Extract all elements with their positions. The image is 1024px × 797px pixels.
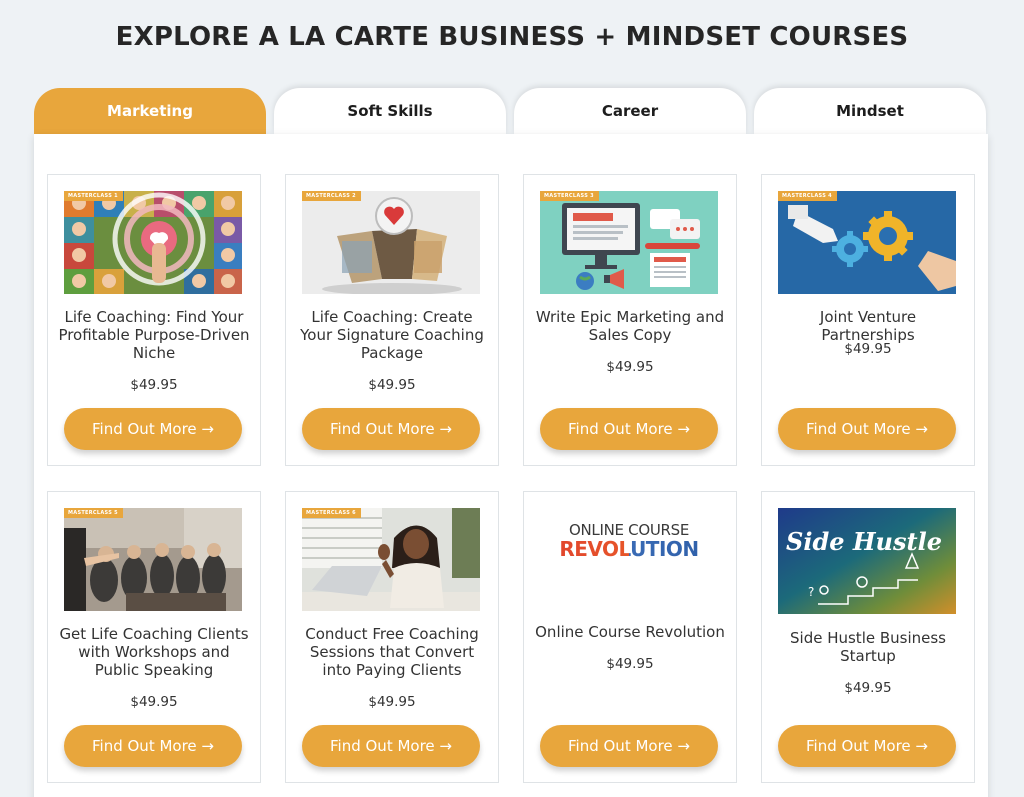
course-card: MASTERCLASS 1 Life Coaching: Find Your P…	[47, 174, 261, 466]
find-out-more-button[interactable]: Find Out More →	[64, 408, 242, 450]
course-thumbnail[interactable]: MASTERCLASS 2	[302, 191, 480, 294]
masterclass-badge: MASTERCLASS 5	[64, 508, 123, 518]
course-card: MASTERCLASS 3 Write Epic Marketing and S…	[523, 174, 737, 466]
course-category-tabs: Marketing Soft Skills Career Mindset	[34, 88, 988, 134]
logo-line-2: REVOLUTION	[540, 538, 718, 560]
course-card: MASTERCLASS 2 Life Coaching: Create Your…	[285, 174, 499, 466]
course-card: Side Hustle ? Side Hustle Business Start…	[761, 491, 975, 783]
course-thumbnail[interactable]: MASTERCLASS 4	[778, 191, 956, 294]
svg-text:?: ?	[808, 585, 814, 599]
masterclass-badge: MASTERCLASS 4	[778, 191, 837, 201]
course-title: Conduct Free Coaching Sessions that Conv…	[305, 625, 479, 679]
workshop-audience-photo	[64, 508, 242, 611]
course-thumbnail[interactable]: Side Hustle ?	[778, 508, 956, 614]
course-card: MASTERCLASS 6 Conduct Free Coaching Sess…	[285, 491, 499, 783]
online-course-revolution-logo[interactable]: ONLINE COURSE REVOLUTION	[540, 522, 718, 560]
side-hustle-chalkboard-image: Side Hustle ?	[778, 508, 956, 614]
masterclass-badge: MASTERCLASS 2	[302, 191, 361, 201]
course-thumbnail[interactable]: MASTERCLASS 6	[302, 508, 480, 611]
side-hustle-image-text: Side Hustle	[786, 527, 942, 556]
course-title: Life Coaching: Create Your Signature Coa…	[300, 308, 484, 362]
page-title: EXPLORE A LA CARTE BUSINESS + MINDSET CO…	[115, 22, 909, 52]
course-title: Joint Venture Partnerships	[819, 308, 917, 344]
tab-mindset[interactable]: Mindset	[754, 88, 986, 134]
course-title: Get Life Coaching Clients with Workshops…	[59, 625, 249, 679]
coaching-session-photo	[302, 508, 480, 611]
logo-line-1: ONLINE COURSE	[568, 521, 690, 539]
course-card: MASTERCLASS 5 Get Life Coaching Clients …	[47, 491, 261, 783]
masterclass-badge: MASTERCLASS 6	[302, 508, 361, 518]
course-title: Side Hustle Business Startup	[790, 629, 946, 665]
course-price: $49.95	[606, 359, 654, 375]
partnership-gears-image	[778, 191, 956, 294]
course-thumbnail[interactable]: MASTERCLASS 1	[64, 191, 242, 294]
tab-soft-skills[interactable]: Soft Skills	[274, 88, 506, 134]
course-price: $49.95	[606, 656, 654, 672]
find-out-more-button[interactable]: Find Out More →	[302, 725, 480, 767]
course-price: $49.95	[844, 341, 892, 357]
course-card: ONLINE COURSE REVOLUTION Online Course R…	[523, 491, 737, 783]
course-price: $49.95	[130, 377, 178, 393]
find-out-more-button[interactable]: Find Out More →	[540, 408, 718, 450]
tab-career[interactable]: Career	[514, 88, 746, 134]
course-price: $49.95	[130, 694, 178, 710]
find-out-more-button[interactable]: Find Out More →	[64, 725, 242, 767]
masterclass-badge: MASTERCLASS 1	[64, 191, 123, 201]
course-price: $49.95	[368, 694, 416, 710]
course-card: MASTERCLASS 4 Joint Venture Partnerships…	[761, 174, 975, 466]
tab-marketing[interactable]: Marketing	[34, 88, 266, 134]
find-out-more-button[interactable]: Find Out More →	[302, 408, 480, 450]
signature-package-box-image	[302, 191, 480, 294]
find-out-more-button[interactable]: Find Out More →	[540, 725, 718, 767]
course-title: Write Epic Marketing and Sales Copy	[535, 308, 725, 344]
coaching-faces-collage-image	[64, 191, 242, 294]
masterclass-badge: MASTERCLASS 3	[540, 191, 599, 201]
course-price: $49.95	[368, 377, 416, 393]
course-price: $49.95	[844, 680, 892, 696]
find-out-more-button[interactable]: Find Out More →	[778, 408, 956, 450]
course-thumbnail[interactable]: MASTERCLASS 5	[64, 508, 242, 611]
course-grid-panel: MASTERCLASS 1 Life Coaching: Find Your P…	[34, 134, 988, 797]
find-out-more-button[interactable]: Find Out More →	[778, 725, 956, 767]
course-thumbnail[interactable]: MASTERCLASS 3	[540, 191, 718, 294]
marketing-copy-illustration	[540, 191, 718, 294]
course-title: Life Coaching: Find Your Profitable Purp…	[58, 308, 250, 362]
course-title: Online Course Revolution	[535, 623, 725, 641]
